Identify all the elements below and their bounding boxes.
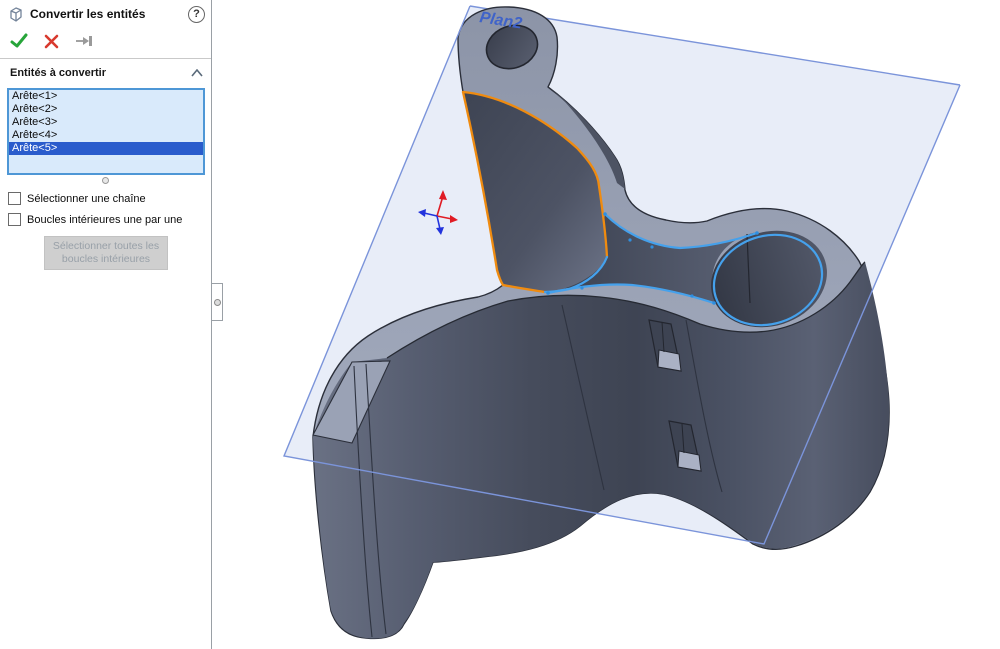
panel-header: Convertir les entités ? [0,0,211,26]
solidworks-window: Plan2 Convertir les entités ? Entités à … [0,0,1000,649]
list-item[interactable]: Arête<1> [9,90,203,103]
ok-check-button[interactable] [10,33,28,49]
entities-listbox[interactable]: Arête<1> Arête<2> Arête<3> Arête<4> Arêt… [7,88,205,175]
group-label: Entités à convertir [10,67,106,79]
help-icon[interactable]: ? [188,5,205,23]
checkbox[interactable] [8,213,21,226]
checkbox-row-select-chain[interactable]: Sélectionner une chaîne [8,192,211,205]
convert-entities-cube-icon [10,6,22,22]
button-label-line1: Sélectionner toutes les [52,240,160,252]
checkbox-row-inner-loops[interactable]: Boucles intérieures une par une [8,213,211,226]
list-item[interactable]: Arête<3> [9,116,203,129]
checkbox-label: Boucles intérieures une par une [27,213,183,226]
panel-toolbar [0,26,211,54]
push-pin-button[interactable] [75,34,95,48]
chevron-up-icon[interactable] [191,69,203,77]
splitter-dot [213,298,221,306]
list-item-selected[interactable]: Arête<5> [9,142,203,155]
list-item[interactable]: Arête<4> [9,129,203,142]
checkbox-label: Sélectionner une chaîne [27,192,146,205]
cancel-x-button[interactable] [44,34,59,49]
listbox-resize-grip[interactable] [102,177,109,184]
list-item[interactable]: Arête<2> [9,103,203,116]
panel-splitter-handle[interactable] [212,283,223,321]
select-all-inner-loops-button[interactable]: Sélectionner toutes les boucles intérieu… [44,236,168,270]
property-manager-panel: Convertir les entités ? Entités à conver… [0,0,212,649]
checkbox[interactable] [8,192,21,205]
panel-title: Convertir les entités [30,7,146,21]
group-header[interactable]: Entités à convertir [0,59,211,85]
button-label-line2: boucles intérieures [61,253,151,265]
